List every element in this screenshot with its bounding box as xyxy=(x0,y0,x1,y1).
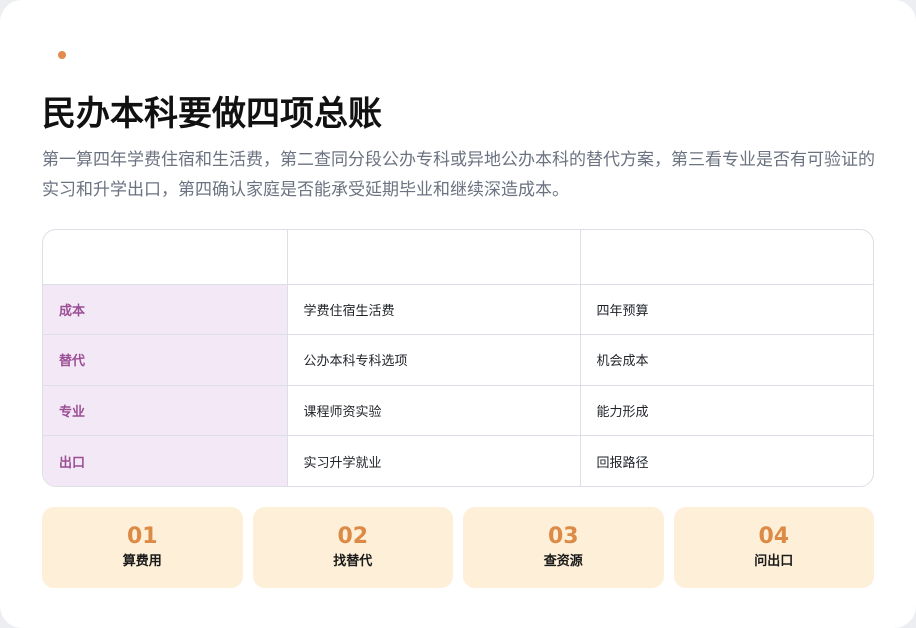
step-label: 查资源 xyxy=(543,554,583,569)
step-card: 04 问出口 xyxy=(673,507,874,588)
table-cell: 课程师资实验 xyxy=(287,385,581,436)
table-row: 替代 公办本科专科选项 机会成本 xyxy=(43,334,873,386)
table-cell: 实习升学就业 xyxy=(287,435,581,486)
row-label: 成本 xyxy=(43,284,288,335)
row-label: 专业 xyxy=(43,385,288,436)
table-cell: 机会成本 xyxy=(580,334,873,386)
page-description: 第一算四年学费住宿和生活费，第二查同分段公办专科或异地公办本科的替代方案，第三看… xyxy=(42,150,875,200)
table-header-cell xyxy=(287,230,581,285)
step-label: 问出口 xyxy=(754,554,794,569)
table-row: 专业 课程师资实验 能力形成 xyxy=(43,385,873,436)
steps-row: 01 算费用 02 找替代 03 查资源 04 问出口 xyxy=(42,507,874,588)
comparison-table: 成本 学费住宿生活费 四年预算 替代 公办本科专科选项 机会成本 专业 课程师资… xyxy=(42,229,874,487)
table-header-cell xyxy=(43,230,288,285)
step-number: 02 xyxy=(337,524,369,549)
table-cell: 能力形成 xyxy=(580,385,873,436)
step-card: 03 查资源 xyxy=(463,507,664,588)
table-header-cell xyxy=(580,230,873,285)
step-label: 算费用 xyxy=(122,554,162,569)
table-cell: 学费住宿生活费 xyxy=(287,284,581,335)
step-number: 03 xyxy=(547,524,579,549)
table-cell: 四年预算 xyxy=(580,284,873,335)
table-cell: 公办本科专科选项 xyxy=(287,334,581,386)
table-row: 出口 实习升学就业 回报路径 xyxy=(43,435,873,486)
row-label: 替代 xyxy=(43,334,288,386)
page-title: 民办本科要做四项总账 xyxy=(42,94,382,134)
table-header-row xyxy=(43,230,873,285)
step-card: 02 找替代 xyxy=(252,507,453,588)
table-cell: 回报路径 xyxy=(596,455,649,471)
step-card: 01 算费用 xyxy=(42,507,243,588)
table-row: 成本 学费住宿生活费 四年预算 xyxy=(43,284,873,335)
accent-dot xyxy=(58,51,66,59)
step-number: 01 xyxy=(126,524,158,549)
row-label: 出口 xyxy=(43,435,288,486)
step-label: 找替代 xyxy=(333,554,373,569)
step-number: 04 xyxy=(758,524,790,549)
content-card: 民办本科要做四项总账 第一算四年学费住宿和生活费，第二查同分段公办专科或异地公办… xyxy=(0,0,916,628)
